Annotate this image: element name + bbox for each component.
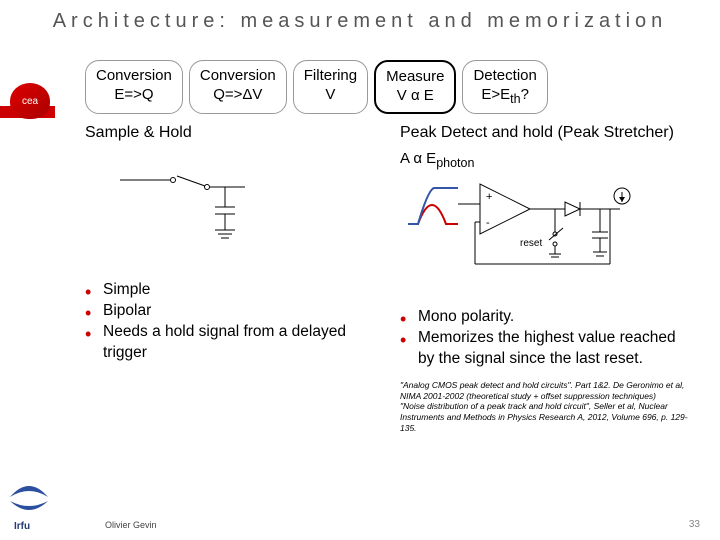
pipeline-block: FilteringV — [293, 60, 368, 114]
footer-author: Olivier Gevin — [105, 520, 157, 530]
irfu-logo-text: Irfu — [14, 521, 30, 532]
peak-detect-circuit-icon: + - — [400, 174, 640, 279]
svg-text:-: - — [486, 217, 490, 229]
irfu-logo-icon — [5, 467, 53, 515]
svg-text:reset: reset — [520, 238, 542, 249]
cea-logo-icon: cea — [10, 83, 50, 119]
page-number: 33 — [689, 519, 700, 530]
bullet-item: Needs a hold signal from a delayed trigg… — [85, 322, 380, 364]
svg-text:+: + — [486, 191, 492, 203]
left-heading: Sample & Hold — [85, 124, 380, 142]
pipeline-block: DetectionE>Eth? — [462, 60, 547, 114]
sample-hold-circuit-icon — [115, 162, 255, 252]
pipeline-block: ConversionQ=>ΔV — [189, 60, 287, 114]
bullet-item: Simple — [85, 280, 380, 301]
pipeline-block: MeasureV α E — [374, 60, 456, 114]
bullet-item: Mono polarity. — [400, 307, 695, 328]
bullet-item: Bipolar — [85, 301, 380, 322]
right-bullet-list: Mono polarity.Memorizes the highest valu… — [400, 307, 695, 370]
formula-text: A α Ephoton — [400, 150, 695, 170]
slide-title: Architecture: measurement and memorizati… — [0, 10, 720, 33]
right-heading: Peak Detect and hold (Peak Stretcher) — [400, 124, 695, 142]
pipeline-block: ConversionE=>Q — [85, 60, 183, 114]
bullet-item: Memorizes the highest value reached by t… — [400, 328, 695, 370]
pipeline-row: ConversionE=>QConversionQ=>ΔVFilteringVM… — [85, 60, 695, 114]
references: "Analog CMOS peak detect and hold circui… — [400, 380, 695, 433]
left-bullet-list: SimpleBipolarNeeds a hold signal from a … — [85, 280, 380, 364]
